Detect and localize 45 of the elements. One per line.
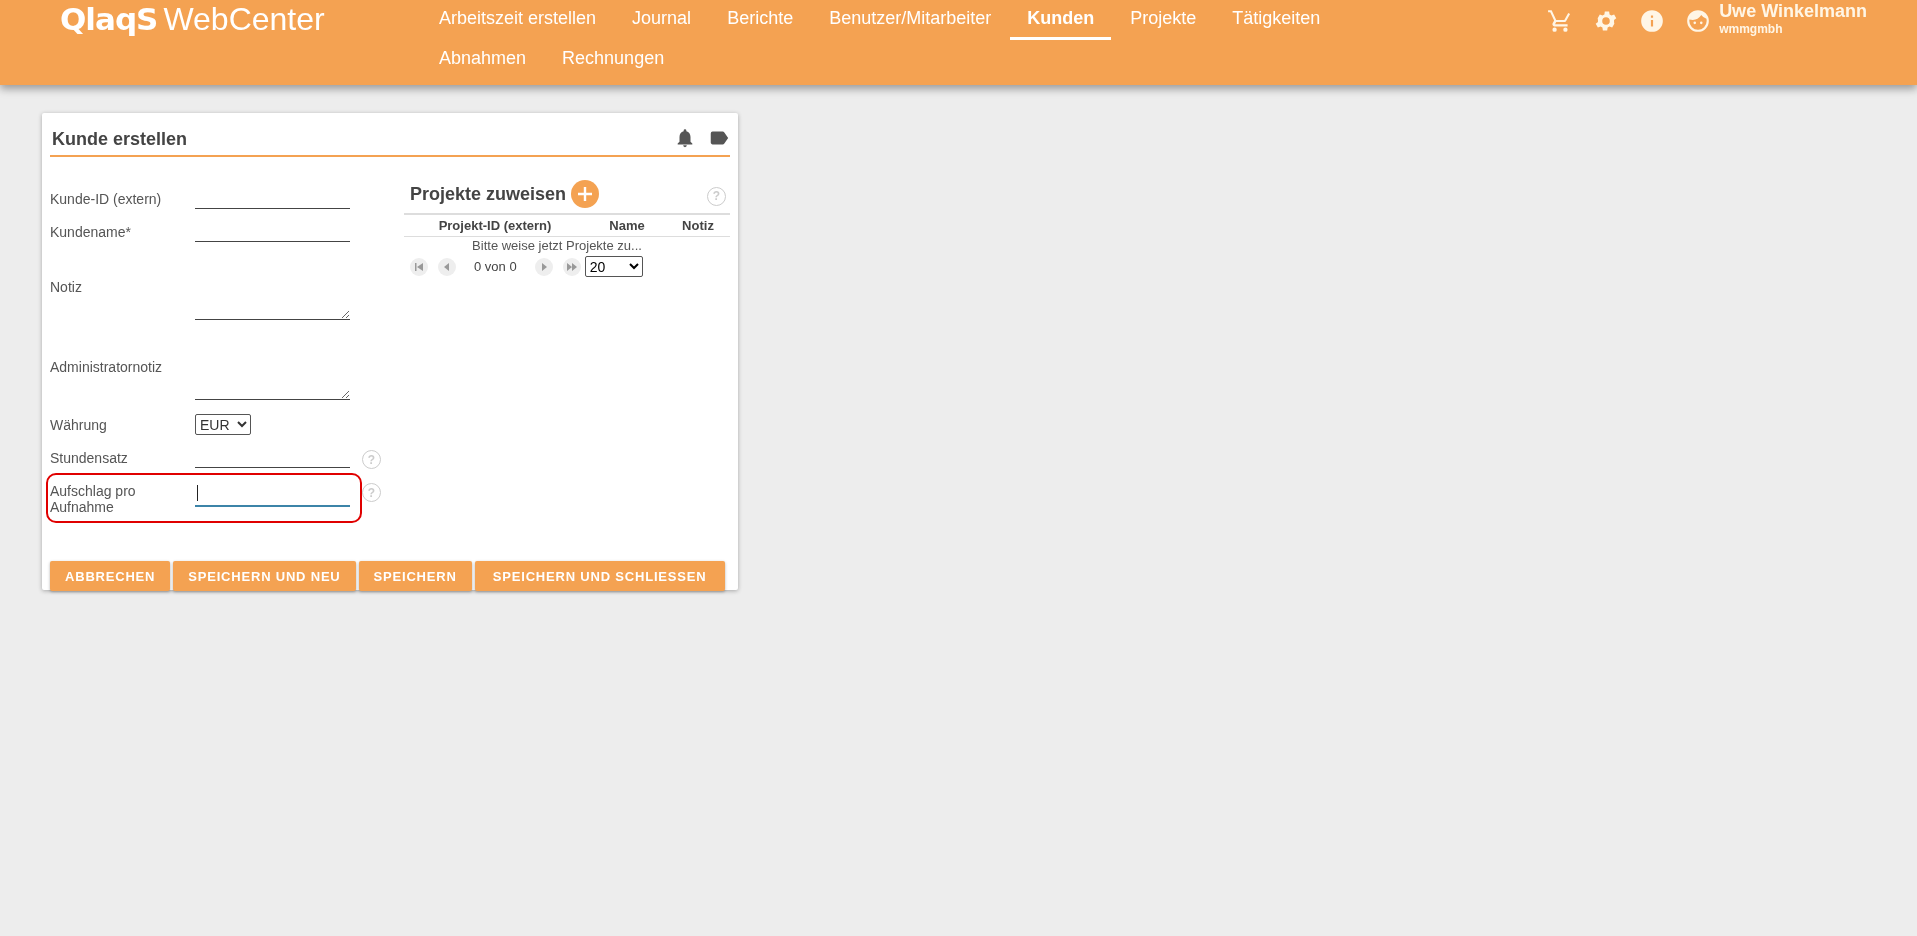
action-button[interactable]: SPEICHERN UND SCHLIESSEN — [474, 561, 725, 591]
empty-message: Bitte weise jetzt Projekte zu... — [471, 237, 643, 253]
nav-link[interactable]: Kunden — [1010, 0, 1112, 40]
text-cursor — [197, 485, 198, 501]
action-button[interactable]: SPEICHERN — [358, 561, 472, 591]
nav-link[interactable]: Abnahmen — [422, 40, 544, 80]
field-label: Kundename* — [50, 223, 132, 240]
nav-link[interactable]: Benutzer/Mitarbeiter — [812, 0, 1009, 40]
plus-icon — [577, 186, 594, 202]
currency-select[interactable]: EUR — [195, 414, 251, 435]
column-header: Projekt-ID (extern) — [437, 217, 553, 235]
previous-icon — [442, 261, 452, 272]
card-title: Kunde erstellen — [52, 128, 188, 150]
nav-link[interactable]: Arbeitszeit erstellen — [422, 0, 614, 40]
field-label: Stundensatz — [50, 449, 129, 466]
nav-link[interactable]: Tätigkeiten — [1215, 0, 1338, 40]
user-company: wmmgmbh — [1719, 22, 1784, 36]
info-icon[interactable] — [1639, 8, 1666, 34]
column-header: Notiz — [681, 217, 715, 235]
logo-product: WebCenter — [163, 1, 325, 38]
add-button[interactable] — [571, 180, 600, 208]
nav-link[interactable]: Journal — [615, 0, 709, 40]
first-page-icon — [414, 261, 424, 272]
field-label: Administratornotiz — [50, 358, 164, 375]
column-header: Name — [608, 217, 646, 235]
user-face-icon[interactable] — [1685, 8, 1712, 34]
action-button[interactable]: ABBRECHEN — [50, 561, 171, 591]
field-label: Notiz — [50, 278, 83, 295]
previous-page-button[interactable] — [438, 257, 456, 276]
field-label: Aufschlag pro Aufnahme — [50, 482, 137, 515]
section-title: Projekte zuweisen — [410, 183, 567, 205]
last-page-button[interactable] — [562, 257, 581, 276]
nav-link[interactable]: Projekte — [1113, 0, 1214, 40]
last-page-icon — [566, 261, 577, 272]
page-size-select[interactable]: 20 — [584, 256, 643, 277]
nav-link[interactable]: Berichte — [710, 0, 811, 40]
logo-brand: QlaqS — [60, 1, 158, 37]
user-name: Uwe Winkelmann — [1719, 1, 1867, 22]
first-page-button[interactable] — [410, 257, 428, 276]
action-button[interactable]: SPEICHERN UND NEU — [173, 561, 356, 591]
page-info: 0 von 0 — [474, 259, 517, 274]
field-label: Währung — [50, 416, 108, 433]
next-page-button[interactable] — [534, 257, 553, 276]
field-label: Kunde-ID (extern) — [50, 190, 163, 207]
nav-link[interactable]: Rechnungen — [545, 40, 682, 80]
